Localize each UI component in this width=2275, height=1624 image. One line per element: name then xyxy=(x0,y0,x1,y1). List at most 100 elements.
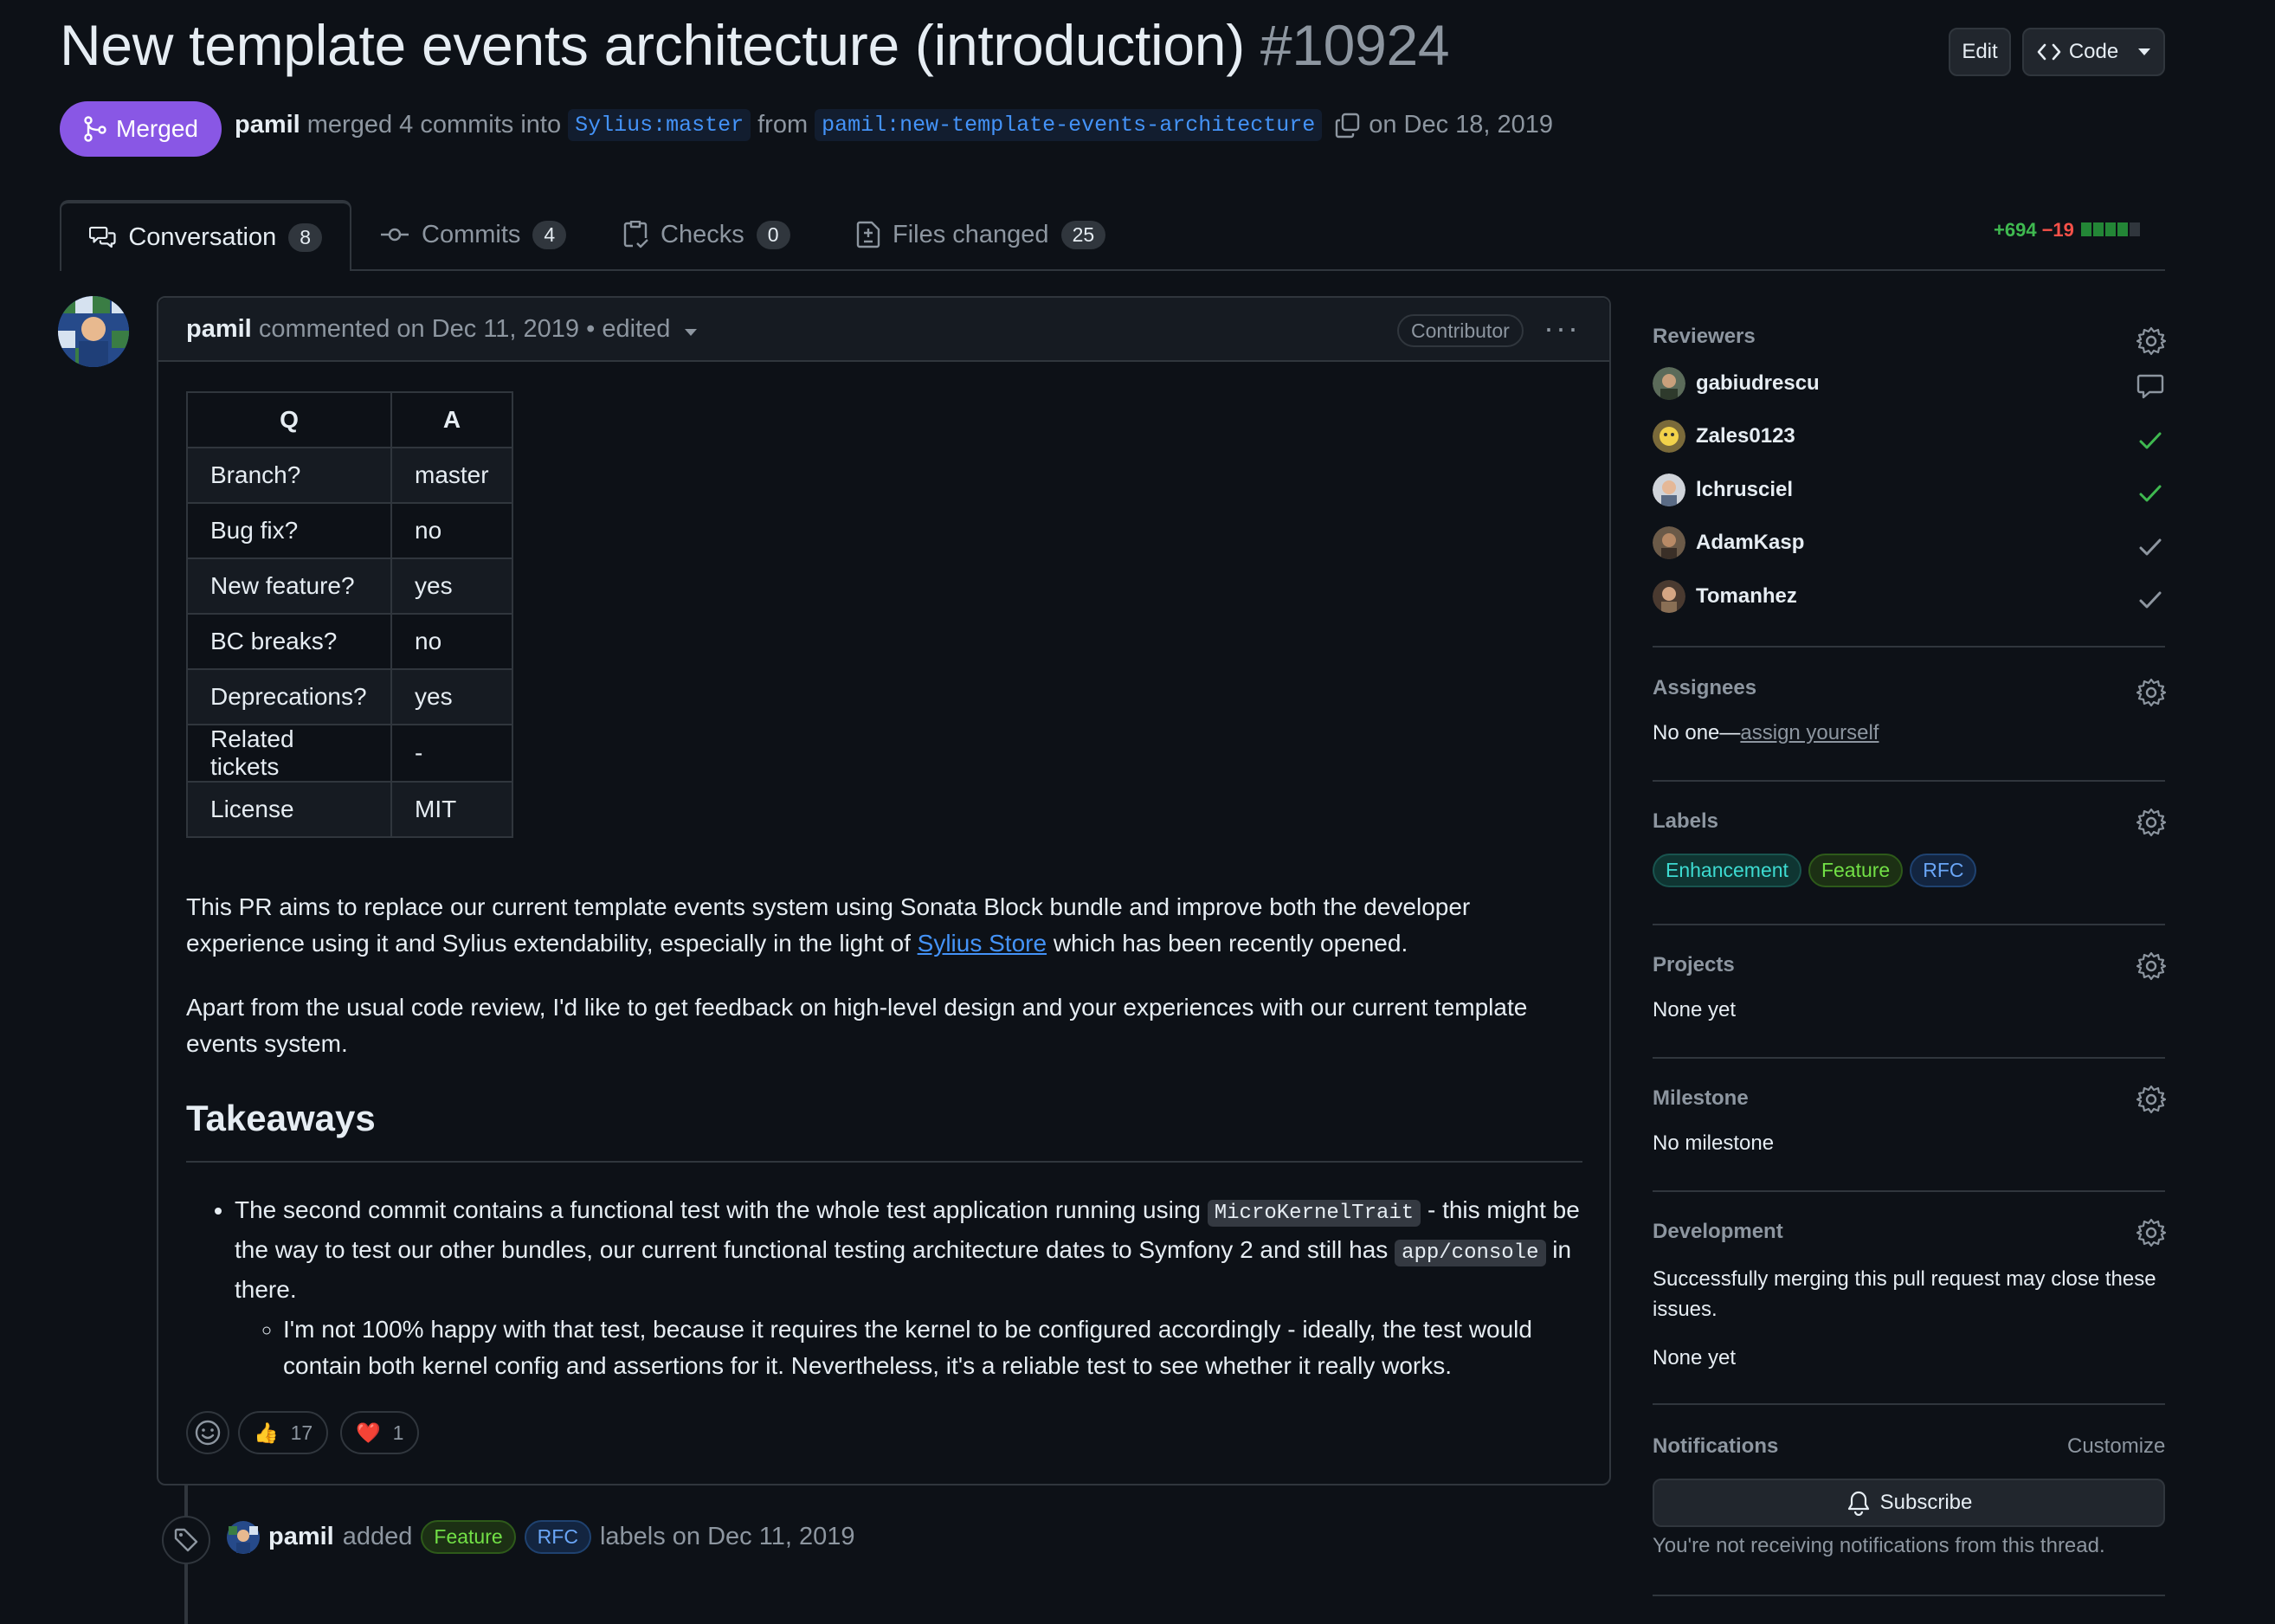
add-reaction-button[interactable] xyxy=(186,1411,229,1454)
notifications-text: You're not receiving notifications from … xyxy=(1653,1534,2105,1557)
table-row: Related tickets - xyxy=(186,724,513,783)
list-item: The second commit contains a functional … xyxy=(235,1192,1589,1384)
label-rfc[interactable]: RFC xyxy=(1910,854,1977,887)
table-row: Bug fix? no xyxy=(186,502,513,559)
sidebar-divider xyxy=(1653,646,2165,648)
reviewer-avatar xyxy=(1653,367,1685,400)
reviewer-tomanhez[interactable]: Tomanhez xyxy=(1653,580,1797,613)
head-branch[interactable]: pamil:new-template-events-architecture xyxy=(815,109,1323,141)
caret-down-icon[interactable] xyxy=(684,328,698,337)
code-icon xyxy=(2037,43,2061,61)
comment-timestamp[interactable]: commented on Dec 11, 2019 • edited xyxy=(259,315,671,343)
milestone-heading[interactable]: Milestone xyxy=(1653,1086,1749,1111)
tag-icon xyxy=(174,1528,198,1552)
reviewers-heading[interactable]: Reviewers xyxy=(1653,325,1756,349)
projects-value: None yet xyxy=(1653,998,1737,1021)
table-row: License MIT xyxy=(186,781,513,838)
table-cell: Bug fix? xyxy=(186,502,392,559)
checklist-icon xyxy=(623,221,648,248)
thumbs-up-reaction[interactable]: 👍 17 xyxy=(238,1411,329,1454)
labels-heading[interactable]: Labels xyxy=(1653,809,1718,834)
tab-files-changed[interactable]: Files changed 25 xyxy=(828,200,1133,269)
reviewer-name: Zales0123 xyxy=(1696,424,1795,448)
reviewer-lchrusciel[interactable]: lchrusciel xyxy=(1653,474,1793,506)
author-avatar[interactable] xyxy=(58,296,129,367)
base-branch[interactable]: Sylius:master xyxy=(568,109,751,141)
diff-deletions: −19 xyxy=(2041,219,2074,241)
table-row: BC breaks? no xyxy=(186,613,513,670)
table-cell: yes xyxy=(390,557,513,615)
labels-gear-icon[interactable] xyxy=(2136,808,2166,837)
heart-reaction[interactable]: ❤️ 1 xyxy=(340,1411,420,1454)
tab-conversation-count: 8 xyxy=(288,222,322,252)
conversation-icon xyxy=(89,226,116,248)
label-rfc[interactable]: RFC xyxy=(524,1520,591,1554)
diff-additions: +694 xyxy=(1994,219,2037,241)
reviewer-avatar xyxy=(1653,420,1685,453)
table-cell: Related tickets xyxy=(186,724,392,783)
event-author-link[interactable]: pamil xyxy=(268,1523,334,1551)
projects-gear-icon[interactable] xyxy=(2136,951,2166,981)
reviewer-name: AdamKasp xyxy=(1696,531,1805,554)
assignees-gear-icon[interactable] xyxy=(2136,678,2166,707)
sidebar-divider xyxy=(1653,1595,2165,1596)
comment-author-link[interactable]: pamil xyxy=(186,315,252,343)
inline-code: MicroKernelTrait xyxy=(1207,1200,1421,1227)
table-cell: no xyxy=(390,613,513,670)
caret-down-icon xyxy=(2138,48,2151,55)
development-value: None yet xyxy=(1653,1346,1737,1369)
reviewer-avatar xyxy=(1653,580,1685,613)
sidebar-divider xyxy=(1653,780,2165,782)
subscribe-button[interactable]: Subscribe xyxy=(1653,1479,2165,1527)
timeline-badge xyxy=(162,1516,210,1564)
customize-link[interactable]: Customize xyxy=(2067,1434,2165,1459)
merged-status-badge: Merged xyxy=(60,101,222,157)
projects-heading[interactable]: Projects xyxy=(1653,953,1735,977)
edit-button[interactable]: Edit xyxy=(1949,28,2011,76)
label-feature[interactable]: Feature xyxy=(421,1520,516,1554)
table-row: Branch? master xyxy=(186,447,513,504)
assignees-heading[interactable]: Assignees xyxy=(1653,676,1756,700)
label-feature[interactable]: Feature xyxy=(1808,854,1904,887)
merge-author-link[interactable]: pamil xyxy=(235,111,300,139)
paragraph-text: which has been recently opened. xyxy=(1047,930,1408,957)
reviewer-avatar xyxy=(1653,526,1685,559)
sylius-store-link[interactable]: Sylius Store xyxy=(918,930,1047,957)
event-author-avatar[interactable] xyxy=(227,1520,260,1554)
label-enhancement[interactable]: Enhancement xyxy=(1653,854,1801,887)
assignees-value: No one—assign yourself xyxy=(1653,721,1879,745)
reaction-count: 17 xyxy=(290,1421,313,1444)
event-action: added xyxy=(342,1523,413,1550)
tab-commits[interactable]: Commits 4 xyxy=(352,200,594,269)
commit-icon xyxy=(381,228,409,242)
merge-text: merged 4 commits into xyxy=(306,111,562,139)
development-gear-icon[interactable] xyxy=(2136,1218,2166,1247)
check-icon xyxy=(2139,432,2162,449)
reviewer-adamkasp[interactable]: AdamKasp xyxy=(1653,526,1804,559)
edit-button-label: Edit xyxy=(1962,40,1998,63)
merged-date: on Dec 18, 2019 xyxy=(1369,111,1554,139)
code-button[interactable]: Code xyxy=(2022,28,2165,76)
table-cell: - xyxy=(390,724,513,783)
more-options-icon[interactable]: ··· xyxy=(1544,310,1580,346)
table-header: Q xyxy=(186,391,392,448)
contributor-badge: Contributor xyxy=(1397,314,1524,347)
tab-conversation[interactable]: Conversation 8 xyxy=(60,200,351,271)
labels-list: Enhancement Feature RFC xyxy=(1653,854,1977,887)
list-item-text: The second commit contains a functional … xyxy=(235,1196,1208,1223)
tab-checks-label: Checks xyxy=(661,220,744,248)
comment-box: pamil commented on Dec 11, 2019 • edited… xyxy=(157,296,1611,1485)
check-icon xyxy=(2139,485,2162,502)
git-merge-icon xyxy=(84,116,106,142)
development-heading[interactable]: Development xyxy=(1653,1220,1783,1244)
reviewers-gear-icon[interactable] xyxy=(2136,326,2166,356)
from-text: from xyxy=(757,111,809,139)
copy-icon[interactable] xyxy=(1334,112,1362,139)
tab-commits-count: 4 xyxy=(532,220,567,249)
tab-checks[interactable]: Checks 0 xyxy=(595,200,818,269)
reviewer-gabiudrescu[interactable]: gabiudrescu xyxy=(1653,367,1820,400)
assign-yourself-link[interactable]: assign yourself xyxy=(1740,721,1879,744)
milestone-gear-icon[interactable] xyxy=(2136,1085,2166,1114)
reviewer-zales0123[interactable]: Zales0123 xyxy=(1653,420,1795,453)
takeaways-list: The second commit contains a functional … xyxy=(186,1192,1589,1384)
